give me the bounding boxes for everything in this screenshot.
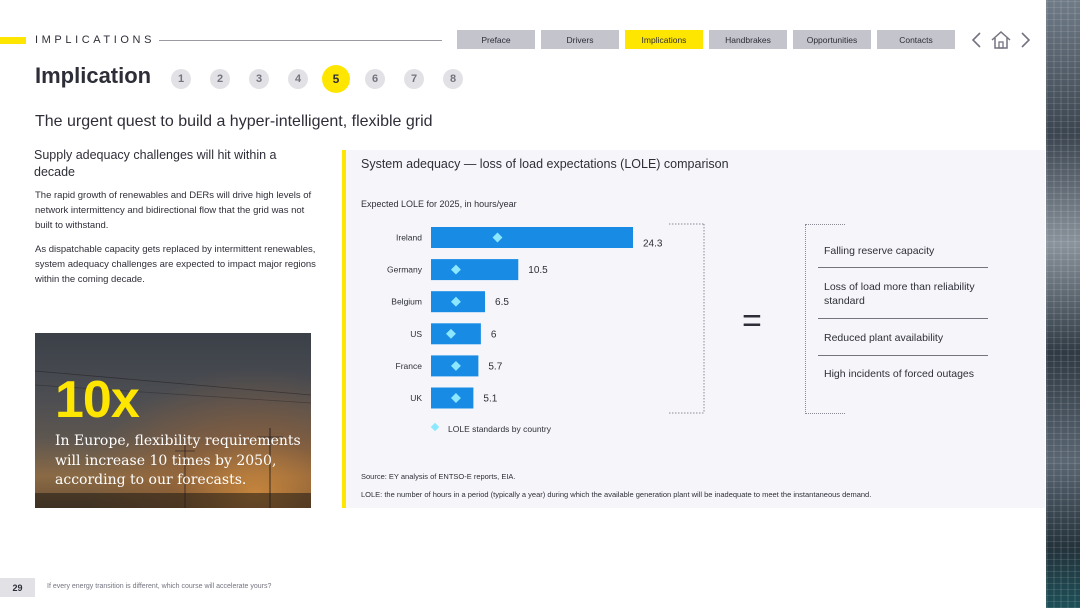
data-label: 5.1 <box>483 394 497 405</box>
data-label: 10.5 <box>528 265 548 276</box>
tab-handbrakes[interactable]: Handbrakes <box>709 30 787 49</box>
step-5[interactable]: 5 <box>322 65 350 93</box>
section-label: IMPLICATIONS <box>35 34 156 46</box>
nav-icons <box>968 30 1038 50</box>
tab-drivers[interactable]: Drivers <box>541 30 619 49</box>
category-label: Belgium <box>391 297 422 307</box>
category-label: UK <box>410 393 422 403</box>
equals-sign: = <box>742 302 762 340</box>
left-paragraph-1: The rapid growth of renewables and DERs … <box>35 190 312 231</box>
lole-bar-chart: Ireland 24.3 Germany 10.5 Belgium 6.5 US 6 Franc… <box>387 223 705 434</box>
impact-divider-3 <box>818 355 988 356</box>
step-4[interactable]: 4 <box>288 69 308 89</box>
category-label: Ireland <box>396 233 422 243</box>
source-note: Source: EY analysis of ENTSO-E reports, … <box>361 472 516 481</box>
tab-preface[interactable]: Preface <box>457 30 535 49</box>
step-1[interactable]: 1 <box>171 69 191 89</box>
impact-divider-1 <box>818 267 988 268</box>
category-label: France <box>396 361 423 371</box>
category-label: Germany <box>387 265 423 275</box>
chevron-right-icon[interactable] <box>1018 30 1032 50</box>
impact-item-2: Loss of load more than reliability stand… <box>824 281 975 307</box>
step-2[interactable]: 2 <box>210 69 230 89</box>
left-heading: Supply adequacy challenges will hit with… <box>34 148 277 179</box>
step-6[interactable]: 6 <box>365 69 385 89</box>
legend-label: LOLE standards by country <box>448 424 552 434</box>
impact-item-1: Falling reserve capacity <box>824 245 935 257</box>
impact-divider-2 <box>818 318 988 319</box>
impact-item-4: High incidents of forced outages <box>824 368 975 380</box>
step-3[interactable]: 3 <box>249 69 269 89</box>
home-icon[interactable] <box>990 30 1012 50</box>
data-label: 6 <box>491 329 497 340</box>
tab-opportunities[interactable]: Opportunities <box>793 30 871 49</box>
chevron-left-icon[interactable] <box>970 30 984 50</box>
impact-item-3: Reduced plant availability <box>824 332 944 344</box>
nav-tabs: Preface Drivers Implications Handbrakes … <box>457 30 955 49</box>
section-accent-bar <box>0 37 26 44</box>
stat-photo-card: 10x In Europe, flexibility requirements … <box>35 333 311 508</box>
stat-caption: In Europe, flexibility requirements will… <box>55 433 301 488</box>
bar <box>431 323 481 345</box>
left-paragraph-2: As dispatchable capacity gets replaced b… <box>35 244 316 285</box>
category-label: US <box>410 329 422 339</box>
bar <box>431 227 633 248</box>
page-number: 29 <box>0 578 35 597</box>
lole-definition-note: LOLE: the number of hours in a period (t… <box>361 490 872 499</box>
page-subtitle: The urgent quest to build a hyper-intell… <box>35 113 433 130</box>
tab-implications[interactable]: Implications <box>625 30 703 49</box>
data-label: 5.7 <box>488 361 502 372</box>
data-label: 6.5 <box>495 297 509 308</box>
footer-text: If every energy transition is different,… <box>47 583 272 590</box>
step-7[interactable]: 7 <box>404 69 424 89</box>
stat-value: 10x <box>55 371 140 429</box>
data-label: 24.3 <box>643 239 663 250</box>
tab-contacts[interactable]: Contacts <box>877 30 955 49</box>
step-8[interactable]: 8 <box>443 69 463 89</box>
section-divider <box>159 39 442 41</box>
bar <box>431 259 519 281</box>
city-photo-strip <box>1046 0 1080 608</box>
legend-marker <box>430 422 440 432</box>
page-title: Implication <box>35 63 152 88</box>
